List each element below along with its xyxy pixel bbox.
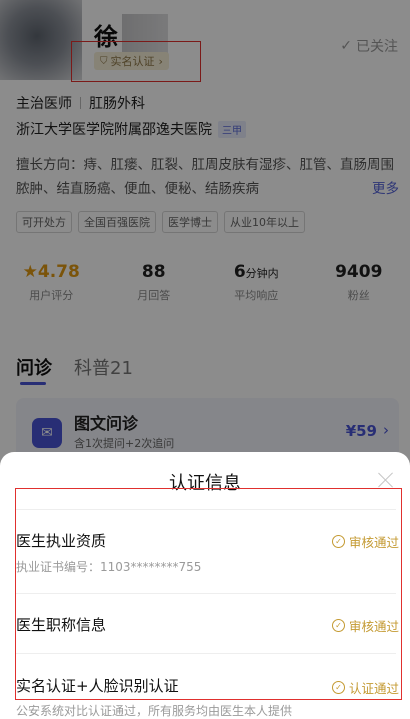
certification-list-highlight [15,488,402,700]
cert-item-detail: 公安系统对比认证通过，所有服务均由医生本人提供 [16,704,293,718]
close-icon[interactable] [376,470,396,490]
